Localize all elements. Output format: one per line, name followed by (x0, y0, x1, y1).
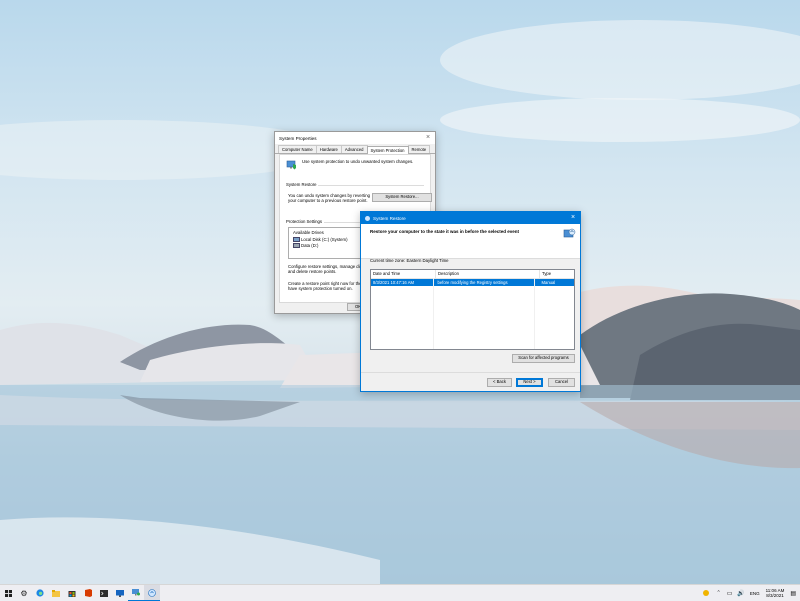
system-restore-titlebar[interactable]: System Restore (361, 212, 580, 224)
table-row[interactable]: 8/3/2021 10:47:16 AM before modifying th… (371, 278, 574, 286)
notification-badge-icon[interactable] (702, 590, 709, 596)
drives-list[interactable]: Available Drives Local Disk (C:) (System… (288, 227, 370, 259)
terminal-icon[interactable] (96, 585, 112, 601)
settings-icon[interactable]: ⚙ (16, 585, 32, 601)
drive-item-c[interactable]: Local Disk (C:) (System) (293, 237, 348, 242)
system-properties-title: System Properties (279, 135, 317, 141)
system-properties-tabs: Computer Name Hardware Advanced System P… (275, 145, 435, 154)
create-text-2: have system protection turned on. (288, 286, 353, 291)
language-indicator[interactable]: ENG (750, 591, 760, 596)
hard-drive-icon (293, 243, 300, 248)
close-icon[interactable]: × (424, 134, 432, 142)
tab-remote[interactable]: Remote (407, 145, 431, 153)
column-divider (534, 278, 535, 349)
row-description: before modifying the Registry settings (437, 279, 508, 285)
edge-icon[interactable] (32, 585, 48, 601)
volume-icon[interactable]: 🔊 (737, 590, 744, 597)
back-button[interactable]: < Back (487, 378, 512, 387)
system-tray: ⌃ ▭ 🔊 ENG 11:06 AM 8/3/2021 ▤ (702, 585, 800, 601)
column-header-date[interactable]: Date and Time (371, 270, 436, 278)
restore-section-label: System Restore (286, 182, 317, 187)
column-header-description[interactable]: Description (435, 270, 540, 278)
tab-advanced[interactable]: Advanced (340, 145, 368, 153)
drive-item-d[interactable]: Data (D:) (293, 243, 318, 248)
restore-header-band: Restore your computer to the state it wa… (361, 224, 580, 259)
store-icon[interactable] (64, 585, 80, 601)
restore-heading: Restore your computer to the state it wa… (370, 229, 520, 234)
restore-points-table[interactable]: Date and Time Description Type 8/3/2021 … (370, 269, 575, 350)
file-explorer-icon[interactable] (48, 585, 64, 601)
table-header-row: Date and Time Description Type (371, 270, 574, 278)
system-restore-icon (563, 228, 576, 238)
tab-hardware[interactable]: Hardware (315, 145, 342, 153)
restore-divider (318, 185, 424, 186)
next-button[interactable]: Next > (516, 378, 543, 387)
clock[interactable]: 11:06 AM 8/3/2021 (766, 588, 785, 599)
system-properties-icon[interactable] (128, 585, 144, 601)
system-protection-icon (286, 160, 296, 170)
drives-header: Available Drives (293, 230, 324, 235)
clock-date: 8/3/2021 (766, 593, 784, 598)
system-restore-title-icon (365, 215, 370, 221)
footer-divider (361, 372, 580, 373)
column-header-type[interactable]: Type (540, 270, 575, 278)
row-type: Manual (541, 279, 556, 285)
column-divider (433, 278, 434, 349)
drive-label-d: Data (D:) (301, 243, 319, 248)
office-icon[interactable] (80, 585, 96, 601)
tab-system-protection[interactable]: System Protection (366, 146, 409, 154)
restore-description-2: your computer to a previous restore poin… (288, 198, 368, 203)
protection-section-label: Protection Settings (286, 219, 323, 224)
network-icon[interactable]: ▭ (727, 590, 733, 597)
cancel-button[interactable]: Cancel (548, 378, 575, 387)
scan-affected-programs-button[interactable]: Scan for affected programs (512, 354, 575, 363)
remote-desktop-icon[interactable] (112, 585, 128, 601)
show-hidden-icons-icon[interactable]: ⌃ (717, 590, 721, 596)
windows-icon[interactable] (0, 585, 16, 601)
notifications-icon[interactable]: ▤ (790, 590, 796, 597)
taskbar: ⚙ ⌃ ▭ 🔊 ENG 11:06 AM 8/3/2021 ▤ (0, 584, 800, 601)
intro-text: Use system protection to undo unwanted s… (302, 159, 414, 164)
timezone-label: Current time zone: Eastern Daylight Time (370, 258, 449, 263)
drive-label-c: Local Disk (C:) (System) (301, 237, 348, 242)
row-date: 8/3/2021 10:47:16 AM (373, 279, 414, 285)
system-restore-button[interactable]: System Restore... (372, 193, 432, 202)
hard-drive-icon (293, 237, 300, 242)
close-icon[interactable]: × (569, 214, 577, 222)
system-restore-window: System Restore × Restore your computer t… (360, 211, 581, 392)
configure-text-2: and delete restore points. (288, 269, 337, 274)
tab-computer-name[interactable]: Computer Name (278, 145, 317, 153)
system-restore-icon[interactable] (144, 585, 160, 601)
system-properties-titlebar[interactable]: System Properties (275, 132, 435, 144)
system-restore-title: System Restore (373, 215, 406, 221)
